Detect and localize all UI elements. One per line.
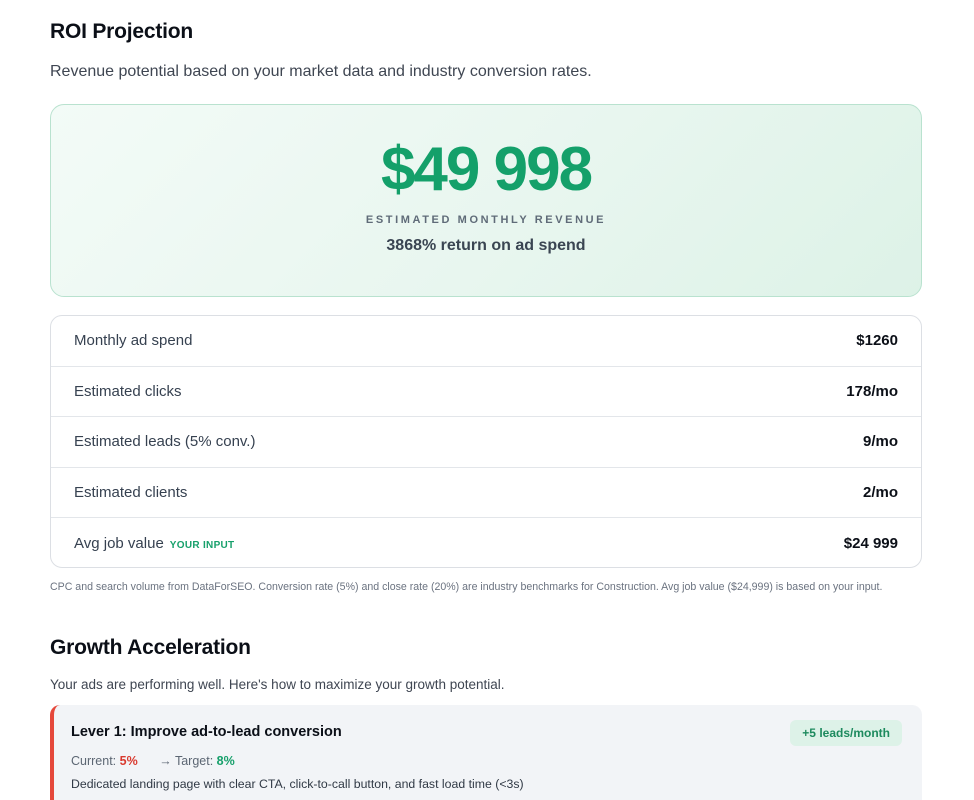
estimated-revenue-value: $49 998 [380,135,593,204]
estimated-revenue-label: ESTIMATED MONTHLY REVENUE [365,214,607,226]
revenue-hero-card: $49 998 ESTIMATED MONTHLY REVENUE 3868% … [50,104,922,297]
roi-subtitle: Revenue potential based on your market d… [50,63,592,80]
metrics-table: Monthly ad spend $1260 Estimated clicks … [50,315,922,568]
metrics-row-clients: Estimated clients 2/mo [51,468,921,519]
metrics-row-job-value: Avg job value YOUR INPUT $24 999 [51,518,921,567]
lever-card: Lever 1: Improve ad-to-lead conversion +… [50,705,922,800]
metrics-row-label: Estimated leads (5% conv.) [74,433,256,451]
growth-title: Growth Acceleration [50,636,251,659]
metrics-row-value: $24 999 [843,535,898,553]
metrics-row-label: Monthly ad spend [74,332,193,350]
metrics-row-clicks: Estimated clicks 178/mo [51,367,921,418]
metrics-row-label: Estimated clicks [74,382,182,400]
current-label: Current: [71,754,117,768]
metrics-row-value: $1260 [856,332,898,350]
metrics-row-ad-spend: Monthly ad spend $1260 [51,316,921,367]
roas-text: 3868% return on ad spend [386,237,586,254]
metrics-row-value: 2/mo [862,484,898,502]
data-source-footnote: CPC and search volume from DataForSEO. C… [50,581,883,593]
metrics-row-value: 9/mo [862,433,898,451]
metrics-row-value: 178/mo [846,382,898,400]
lever-title: Lever 1: Improve ad-to-lead conversion [71,724,342,740]
roi-title: ROI Projection [50,20,194,43]
target-label: → Target: [159,754,214,768]
current-value: 5% [119,754,138,768]
target-value: 8% [216,754,235,768]
growth-subtitle: Your ads are performing well. Here's how… [50,677,505,692]
your-input-badge: YOUR INPUT [169,539,235,551]
metrics-row-label: Avg job value YOUR INPUT [74,535,234,552]
lever-description: Dedicated landing page with clear CTA, c… [71,777,524,791]
metrics-row-leads: Estimated leads (5% conv.) 9/mo [51,417,921,468]
metrics-row-label: Estimated clients [74,484,188,502]
lever-metrics: Current: 5% → Target: 8% [71,754,235,768]
lever-impact-badge: +5 leads/month [790,720,902,746]
job-value-label: Avg job value [74,535,164,553]
